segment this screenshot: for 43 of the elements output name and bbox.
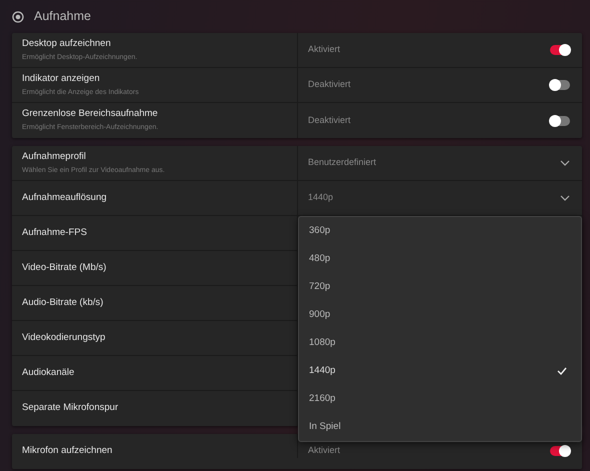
option-label: In Spiel [309, 420, 341, 434]
setting-label: Videokodierungstyp [22, 330, 106, 345]
toggle-switch[interactable] [550, 446, 570, 456]
dropdown-value[interactable]: 1440p [308, 191, 334, 205]
checkmark-icon [557, 367, 567, 375]
option-label: 900p [309, 308, 330, 322]
option-label: 2160p [309, 392, 336, 406]
status-text: Deaktiviert [308, 114, 351, 127]
dropdown-option[interactable]: In Spiel [299, 413, 581, 441]
status-text: Aktiviert [308, 43, 340, 56]
status-text: Aktiviert [308, 444, 340, 458]
setting-label: Aufnahmeauflösung [22, 190, 108, 205]
setting-label: Audio-Bitrate (kb/s) [22, 296, 104, 310]
setting-label: Grenzenlose Bereichsaufnahme [22, 107, 159, 122]
dropdown-option[interactable]: 720p [299, 273, 581, 301]
option-label: 480p [309, 252, 330, 266]
chevron-down-icon[interactable] [560, 195, 570, 201]
dropdown-option[interactable]: 1080p [299, 329, 581, 357]
dropdown-option[interactable]: 900p [299, 301, 581, 329]
toggle-switch[interactable] [550, 116, 570, 126]
option-label: 720p [309, 280, 330, 294]
setting-label: Separate Mikrofonspur [22, 401, 120, 416]
toggle-switch[interactable] [550, 80, 570, 90]
option-label: 1440p [309, 364, 336, 378]
record-icon [12, 10, 24, 22]
setting-label: Video-Bitrate (Mb/s) [22, 260, 108, 275]
setting-label: Aufnahme-FPS [22, 226, 88, 240]
dropdown-value[interactable]: Benutzerdefiniert [308, 156, 376, 170]
option-label: 360p [309, 224, 330, 238]
dropdown-option[interactable]: 2160p [299, 385, 581, 413]
dropdown-option[interactable]: 480p [299, 245, 581, 273]
setting-label: Indikator anzeigen [22, 72, 101, 86]
setting-label: Aufnahmeprofil [22, 150, 87, 164]
dropdown-option[interactable]: 360p [299, 217, 581, 245]
page-title: Aufnahme [34, 8, 91, 26]
setting-label: Desktop aufzeichnen [22, 36, 112, 51]
toggle-switch[interactable] [550, 45, 570, 55]
chevron-down-icon[interactable] [560, 160, 570, 166]
dropdown-option[interactable]: 1440p [299, 357, 581, 385]
status-text: Deaktiviert [308, 78, 351, 92]
setting-label: Audiokanäle [22, 366, 76, 380]
option-label: 1080p [309, 336, 336, 350]
setting-label: Mikrofon aufzeichnen [22, 444, 114, 458]
